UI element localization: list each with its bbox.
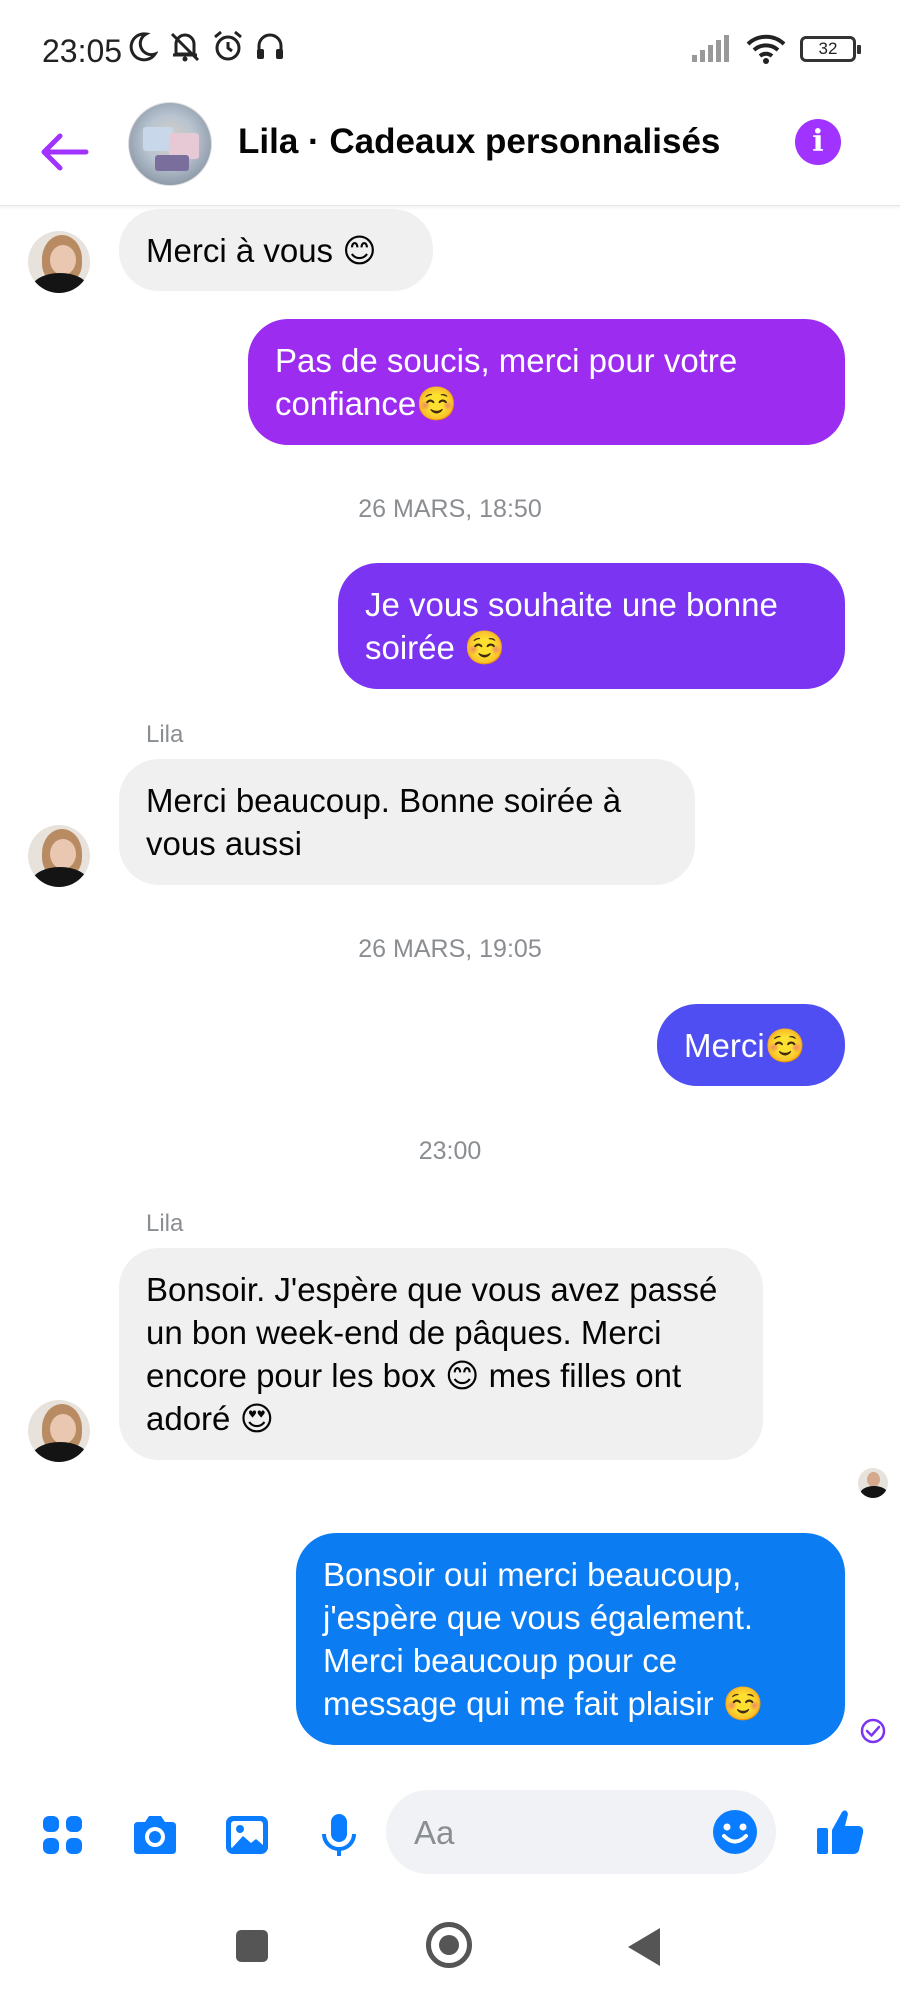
moon-icon [129, 32, 158, 62]
battery-level: 32 [818, 39, 838, 58]
message-outgoing[interactable]: Bonsoir oui merci beaucoup, j'espère que… [296, 1533, 845, 1745]
message-text: Je vous souhaite une bonne soirée ☺️ [365, 586, 778, 666]
info-icon[interactable]: i [795, 119, 841, 165]
thumbs-up-icon[interactable] [814, 1806, 866, 1858]
message-text: Merci☺️ [684, 1026, 806, 1064]
message-outgoing[interactable]: Je vous souhaite une bonne soirée ☺️ [338, 563, 845, 689]
camera-icon[interactable] [130, 1812, 180, 1858]
status-bar: 23:05 32 [0, 0, 900, 100]
notifications-off-icon [170, 32, 200, 62]
sender-name: Lila [146, 721, 184, 748]
message-text: Bonsoir oui merci beaucoup, j'espère que… [323, 1556, 764, 1722]
back-button[interactable] [628, 1928, 660, 1966]
back-arrow-icon[interactable] [38, 130, 90, 174]
android-nav-bar [0, 1900, 900, 2000]
headphones-icon [257, 33, 283, 59]
contact-avatar[interactable] [28, 1400, 90, 1462]
wifi-icon [746, 34, 786, 64]
input-placeholder: Aa [414, 1814, 455, 1851]
status-icons-left [128, 30, 286, 62]
message-text: Merci à vous 😊 [146, 231, 377, 269]
status-time: 23:05 [42, 33, 123, 69]
gallery-icon[interactable] [222, 1812, 272, 1858]
message-outgoing[interactable]: Merci☺️ [657, 1004, 845, 1086]
chat-header: Lila · Cadeaux personnalisés i [0, 100, 900, 206]
home-button[interactable] [426, 1922, 472, 1968]
message-list[interactable]: Merci à vous 😊 Pas de soucis, merci pour… [0, 207, 900, 1787]
message-outgoing[interactable]: Pas de soucis, merci pour votre confianc… [248, 319, 845, 445]
timestamp: 26 MARS, 18:50 [358, 495, 542, 523]
message-input[interactable]: Aa [386, 1790, 776, 1874]
seen-by-avatar [858, 1468, 888, 1498]
chat-title[interactable]: Lila · Cadeaux personnalisés [238, 122, 720, 162]
timestamp: 26 MARS, 19:05 [358, 935, 542, 963]
contact-avatar[interactable] [28, 231, 90, 293]
contact-avatar[interactable] [28, 825, 90, 887]
signal-icon [692, 35, 729, 62]
alarm-icon [214, 30, 242, 61]
message-text: Bonsoir. J'espère que vous avez passé un… [146, 1271, 718, 1437]
battery-icon: 32 [800, 36, 861, 62]
composer-bar: Aa [0, 1790, 900, 1880]
recents-button[interactable] [236, 1930, 268, 1962]
message-incoming[interactable]: Merci beaucoup. Bonne soirée à vous auss… [119, 759, 695, 885]
apps-icon[interactable] [38, 1812, 88, 1858]
message-text: Merci beaucoup. Bonne soirée à vous auss… [146, 782, 622, 862]
message-text: Pas de soucis, merci pour votre confianc… [275, 342, 738, 422]
timestamp: 23:00 [418, 1137, 482, 1165]
microphone-icon[interactable] [314, 1812, 364, 1858]
status-icons-right: 32 [690, 34, 861, 64]
sent-check-icon [860, 1718, 886, 1744]
emoji-icon[interactable] [712, 1809, 758, 1855]
message-incoming[interactable]: Bonsoir. J'espère que vous avez passé un… [119, 1248, 763, 1460]
message-incoming[interactable]: Merci à vous 😊 [119, 209, 433, 291]
sender-name: Lila [146, 1210, 184, 1237]
page-avatar[interactable] [128, 102, 212, 186]
